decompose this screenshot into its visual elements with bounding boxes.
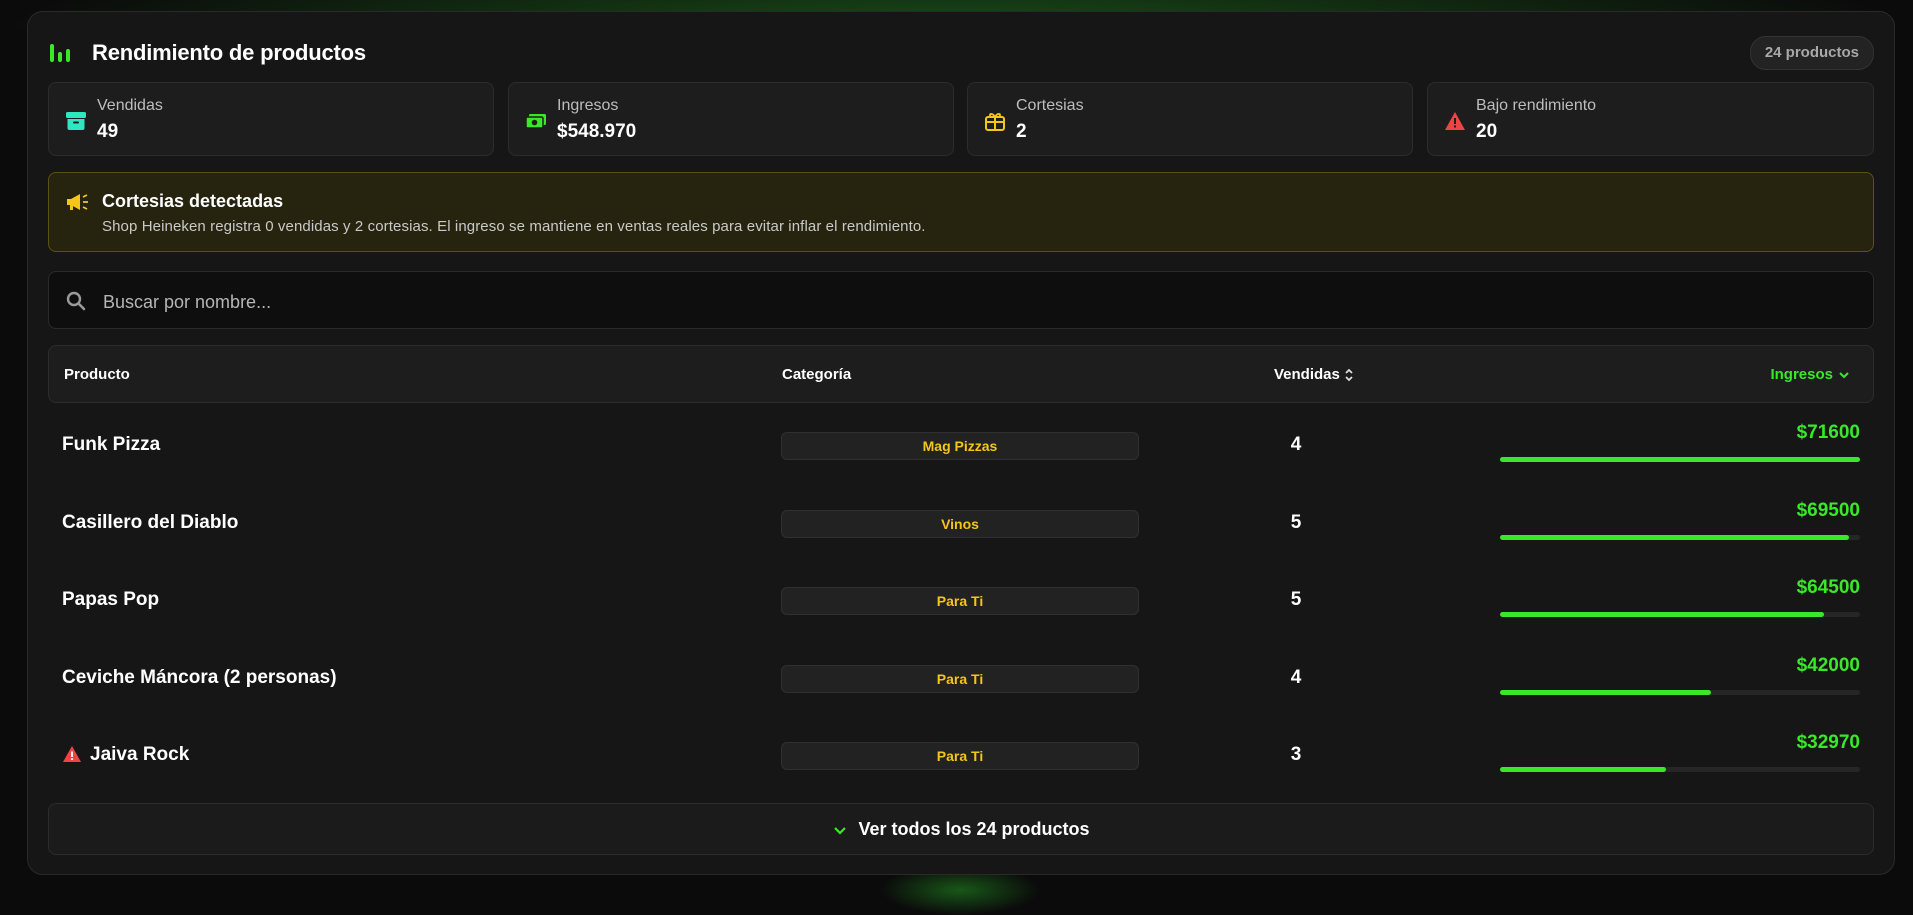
category-badge: Vinos [781, 510, 1139, 538]
product-count-badge: 24 productos [1749, 36, 1874, 70]
stat-card-courtesies: Cortesias 2 [967, 82, 1413, 156]
page-title: Rendimiento de productos [92, 40, 366, 65]
income-value: $69500 [1796, 500, 1860, 521]
product-name-label: Funk Pizza [62, 434, 161, 455]
income-bar-fill [1500, 612, 1825, 617]
column-header-income-label: Ingresos [1770, 366, 1833, 383]
sold-count: 5 [1290, 589, 1302, 610]
column-header-sold[interactable]: Vendidas [1274, 366, 1354, 383]
stat-card-low-performance: Bajo rendimiento 20 [1427, 82, 1874, 156]
sold-count: 5 [1290, 512, 1302, 533]
column-header-income[interactable]: Ingresos [1770, 366, 1851, 383]
alert-text: Shop Heineken registra 0 vendidas y 2 co… [102, 218, 926, 235]
panel-header: Rendimiento de productos 24 productos [48, 36, 1874, 74]
view-all-button[interactable]: Ver todos los 24 productos [48, 803, 1874, 855]
income-bar-fill [1500, 690, 1712, 695]
category-badge: Para Ti [781, 742, 1139, 770]
income-bar-track [1500, 612, 1860, 617]
income-bar-track [1500, 690, 1860, 695]
chevron-down-icon [834, 827, 847, 835]
table-row[interactable]: Funk Pizza Mag Pizzas 4 $71600 [48, 417, 1874, 477]
search-input[interactable] [101, 282, 1805, 322]
alert-title: Cortesias detectadas [102, 191, 284, 211]
gift-icon [985, 113, 1005, 131]
search-box [48, 271, 1874, 329]
stats-row: Vendidas 49 Ingresos $548.970 Cortesias … [48, 82, 1874, 156]
column-header-sold-label: Vendidas [1274, 366, 1340, 383]
stat-value: 2 [1016, 121, 1027, 142]
sold-count: 4 [1290, 434, 1302, 455]
search-icon [66, 291, 86, 311]
stat-label: Cortesias [1016, 97, 1084, 114]
income-value: $64500 [1796, 577, 1860, 598]
product-name: Casillero del Diablo [62, 512, 238, 534]
column-header-category: Categoría [782, 366, 852, 383]
bar-chart-icon [50, 44, 70, 62]
product-name: Jaiva Rock [62, 744, 189, 766]
stat-label: Ingresos [557, 97, 619, 114]
view-all-label: Ver todos los 24 productos [858, 819, 1090, 839]
product-name-label: Jaiva Rock [90, 744, 190, 765]
income-bar-track [1500, 457, 1860, 462]
cash-icon [525, 114, 546, 129]
stat-value: 20 [1476, 121, 1498, 142]
income-value: $42000 [1796, 655, 1860, 676]
table-row[interactable]: Papas Pop Para Ti 5 $64500 [48, 572, 1874, 632]
product-performance-panel: Rendimiento de productos 24 productos Ve… [27, 11, 1895, 875]
income-value: $32970 [1796, 732, 1860, 753]
income-bar-fill [1500, 535, 1850, 540]
category-badge: Mag Pizzas [781, 432, 1139, 460]
table-row[interactable]: Casillero del Diablo Vinos 5 $69500 [48, 495, 1874, 555]
stat-label: Vendidas [97, 97, 163, 114]
sold-count: 4 [1290, 667, 1302, 688]
income-bar-fill [1500, 457, 1860, 462]
warning-icon [63, 746, 81, 762]
income-bar-track [1500, 535, 1860, 540]
stat-label: Bajo rendimiento [1476, 97, 1597, 114]
product-name-label: Ceviche Máncora (2 personas) [62, 667, 337, 688]
chevron-down-icon [1839, 372, 1849, 379]
sort-icon [1345, 368, 1353, 382]
warning-icon [1445, 112, 1465, 130]
stat-card-income: Ingresos $548.970 [508, 82, 954, 156]
archive-box-icon [66, 112, 86, 130]
income-bar-fill [1500, 767, 1666, 772]
column-header-product: Producto [64, 366, 130, 383]
category-badge: Para Ti [781, 665, 1139, 693]
stat-value: 49 [97, 121, 119, 142]
megaphone-icon [67, 194, 88, 210]
product-name: Funk Pizza [62, 434, 160, 456]
category-badge: Para Ti [781, 587, 1139, 615]
courtesy-alert: Cortesias detectadas Shop Heineken regis… [48, 172, 1874, 252]
stat-value: $548.970 [557, 121, 637, 142]
product-name-label: Papas Pop [62, 589, 160, 610]
income-bar-track [1500, 767, 1860, 772]
product-name-label: Casillero del Diablo [62, 512, 239, 533]
table-header: Producto Categoría Vendidas Ingresos [48, 345, 1874, 403]
table-row[interactable]: Ceviche Máncora (2 personas) Para Ti 4 $… [48, 650, 1874, 710]
income-value: $71600 [1796, 422, 1860, 443]
table-row[interactable]: Jaiva Rock Para Ti 3 $32970 [48, 727, 1874, 787]
stat-card-sold: Vendidas 49 [48, 82, 494, 156]
product-name: Papas Pop [62, 589, 159, 611]
product-name: Ceviche Máncora (2 personas) [62, 667, 337, 689]
sold-count: 3 [1290, 744, 1302, 765]
